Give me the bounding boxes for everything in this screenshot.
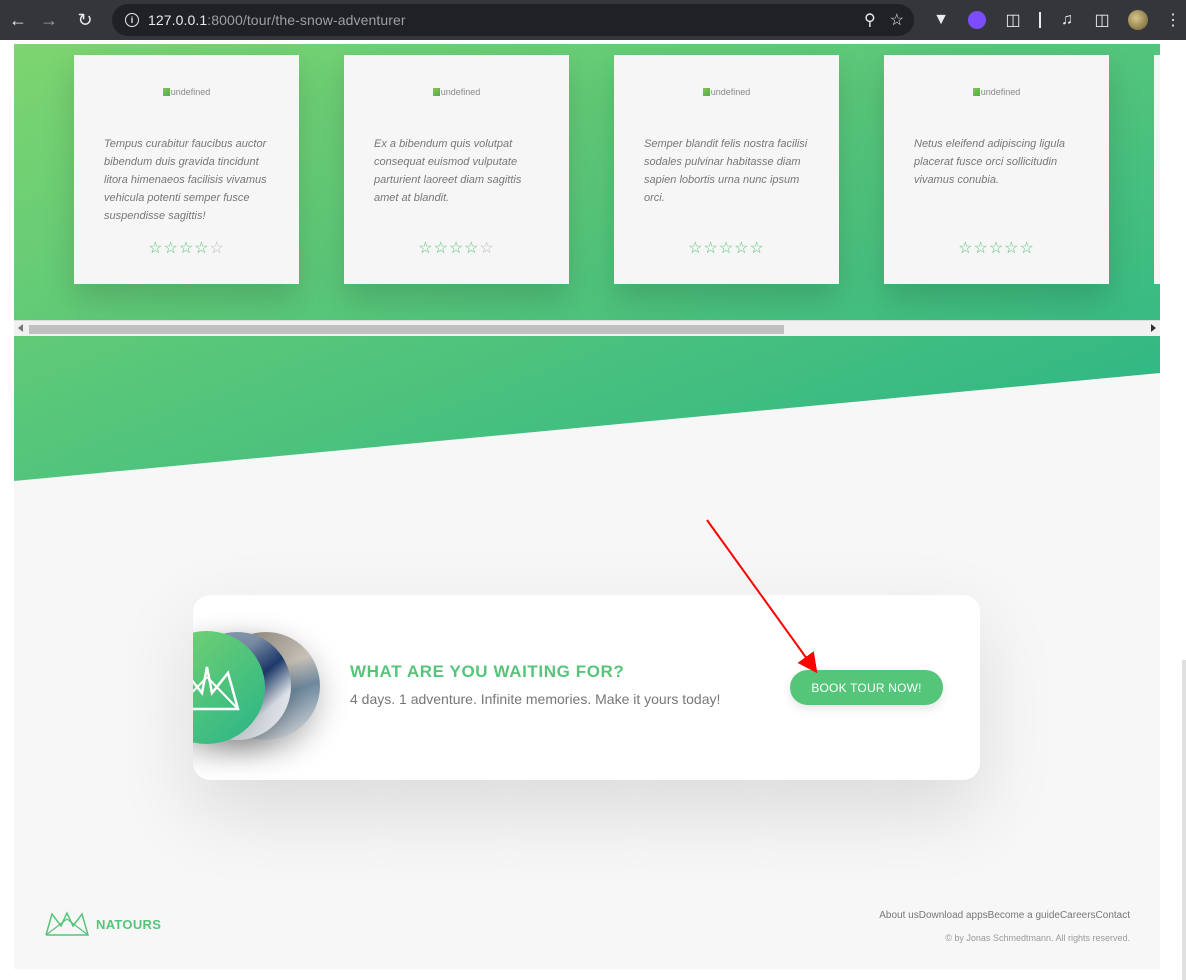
info-icon[interactable]: i xyxy=(116,13,148,27)
toolbar-separator xyxy=(1039,12,1041,28)
footer-link-contact[interactable]: Contact xyxy=(1096,910,1130,921)
page-content: undefined Tempus curabitur faucibus auct… xyxy=(14,44,1160,969)
vue-devtools-icon[interactable]: ▼ xyxy=(928,0,954,40)
menu-icon[interactable]: ⋮ xyxy=(1160,0,1186,40)
footer-link-about[interactable]: About us xyxy=(879,910,918,921)
review-rating: ☆☆☆☆☆ xyxy=(418,240,495,257)
url-path: :8000/tour/the-snow-adventurer xyxy=(207,12,406,28)
footer-link-guide[interactable]: Become a guide xyxy=(988,910,1060,921)
address-bar[interactable]: i 127.0.0.1:8000/tour/the-snow-adventure… xyxy=(112,4,914,36)
review-text: Tempus curabitur faucibus auctor bibendu… xyxy=(104,138,267,222)
cta-text: 4 days. 1 adventure. Infinite memories. … xyxy=(350,691,721,707)
reviews-horizontal-scrollbar[interactable] xyxy=(14,320,1160,336)
zoom-icon[interactable]: ⚲ xyxy=(864,10,876,30)
natours-logo-icon xyxy=(45,911,89,936)
browser-toolbar: ← → ↻ i 127.0.0.1:8000/tour/the-snow-adv… xyxy=(0,0,1186,40)
review-text: Ex a bibendum quis volutpat consequat eu… xyxy=(374,138,522,204)
footer-copyright: © by Jonas Schmedtmann. All rights reser… xyxy=(945,933,1130,943)
reviews-carousel[interactable]: undefined Tempus curabitur faucibus auct… xyxy=(14,44,1160,320)
review-rating: ☆☆☆☆☆ xyxy=(958,240,1035,257)
extensions-puzzle-icon[interactable]: ◫ xyxy=(1000,0,1026,40)
review-avatar: undefined xyxy=(74,87,299,97)
reload-icon[interactable]: ↻ xyxy=(67,0,103,40)
url-text[interactable]: 127.0.0.1:8000/tour/the-snow-adventurer xyxy=(148,12,406,28)
scrollbar-thumb[interactable] xyxy=(29,325,784,334)
footer-link-download[interactable]: Download apps xyxy=(919,910,988,921)
scrollbar-thumb[interactable] xyxy=(1182,660,1186,980)
review-text: Netus eleifend adipiscing ligula placera… xyxy=(914,138,1066,186)
media-control-icon[interactable]: ♫ xyxy=(1054,0,1080,40)
cta-box: WHAT ARE YOU WAITING FOR? 4 days. 1 adve… xyxy=(193,595,980,780)
footer-logo[interactable]: NATOURS xyxy=(44,911,161,937)
review-card: undefined Tempus curabitur faucibus auct… xyxy=(74,55,299,284)
scroll-right-icon[interactable] xyxy=(1151,324,1156,332)
footer-link-careers[interactable]: Careers xyxy=(1060,910,1096,921)
review-avatar: undefined xyxy=(614,87,839,97)
star-icon[interactable]: ☆ xyxy=(890,10,904,30)
review-text: Semper blandit felis nostra facilisi sod… xyxy=(644,138,808,204)
review-card: undefined Netus eleifend adipiscing ligu… xyxy=(884,55,1109,284)
forward-icon[interactable]: → xyxy=(31,0,67,40)
footer-nav: About us Download apps Become a guide Ca… xyxy=(879,910,1130,921)
review-card: undefined Semper blandit felis nostra fa… xyxy=(614,55,839,284)
cta-title: WHAT ARE YOU WAITING FOR? xyxy=(350,662,625,681)
extension-purple-icon[interactable] xyxy=(964,0,990,40)
review-card: undefined Ex a bibendum quis volutpat co… xyxy=(344,55,569,284)
review-avatar: undefined xyxy=(884,87,1109,97)
natours-crown-icon xyxy=(193,666,240,710)
review-avatar: undefined xyxy=(344,87,569,97)
url-host: 127.0.0.1 xyxy=(148,12,208,28)
review-rating: ☆☆☆☆☆ xyxy=(148,240,225,257)
side-panel-icon[interactable]: ◫ xyxy=(1089,0,1115,40)
profile-avatar[interactable] xyxy=(1125,0,1151,40)
scroll-left-icon[interactable] xyxy=(18,324,23,332)
footer-logo-text: NATOURS xyxy=(96,916,162,932)
book-tour-button[interactable]: BOOK TOUR NOW! xyxy=(790,670,943,705)
review-rating: ☆☆☆☆☆ xyxy=(688,240,765,257)
page-vertical-scrollbar[interactable] xyxy=(1160,40,1186,980)
